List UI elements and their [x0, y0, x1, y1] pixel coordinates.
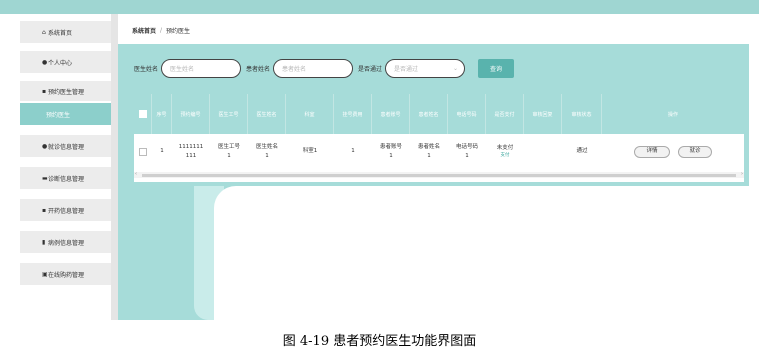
cell-patient-account: 患者账号 1	[379, 143, 402, 159]
header-patient-account: 患者账号	[372, 94, 410, 134]
doctor-name-placeholder: 医生姓名	[170, 65, 195, 73]
breadcrumb-home[interactable]: 系统首页	[132, 26, 156, 35]
top-bar	[0, 0, 759, 14]
header-doctor-name: 医生姓名	[248, 94, 286, 134]
horizontal-scrollbar[interactable]: ‹ ›	[134, 171, 744, 178]
row-checkbox[interactable]	[139, 147, 147, 156]
header-status: 审核状态	[562, 94, 602, 134]
table-header: 序号 预约编号 医生工号 医生姓名 科室 挂号费用 患者账号 患者姓名 电话号码…	[134, 94, 744, 134]
grid-icon: ▪	[42, 87, 47, 95]
sidebar-rail	[111, 14, 118, 320]
sidebar-item-diagnosis-manage[interactable]: ▬ 诊断信息管理	[20, 167, 111, 189]
sidebar-item-label: 预约医生	[46, 111, 71, 119]
sidebar-item-visit-manage[interactable]: ● 就诊信息管理	[20, 135, 111, 157]
sidebar-item-purchase-manage[interactable]: ▣ 在线购药管理	[20, 263, 111, 285]
cell-index: 1	[160, 148, 164, 155]
cell-department: 科室1	[302, 148, 318, 155]
content-panel: 医生姓名 医生姓名 患者姓名 患者姓名 是否通过 是否通过 ⌄ 查询 序号 预约编…	[118, 44, 749, 320]
visit-button[interactable]: 就诊	[678, 145, 712, 158]
patient-name-placeholder: 患者姓名	[282, 65, 307, 73]
search-bar: 医生姓名 医生姓名 患者姓名 患者姓名 是否通过 是否通过 ⌄ 查询	[134, 58, 515, 78]
row-select[interactable]	[134, 134, 152, 169]
header-patient-name: 患者姓名	[410, 94, 448, 134]
approved-select[interactable]: 是否通过 ⌄	[385, 58, 466, 78]
table-row: 1 1111111 111 医生工号 1 医生姓名 1 科室1 1 患者账号 1…	[134, 134, 744, 169]
scrollbar-thumb[interactable]	[142, 174, 736, 177]
pin-icon: ●	[42, 142, 48, 150]
sidebar-item-label: 在线购药管理	[48, 271, 85, 279]
breadcrumb-current: 预约医生	[166, 27, 191, 35]
doctor-name-input[interactable]: 医生姓名	[161, 58, 242, 78]
sidebar-item-prescription-manage[interactable]: ▪ 开药信息管理	[20, 199, 111, 221]
cell-booking-no: 1111111 111	[178, 143, 204, 159]
breadcrumb-separator: /	[160, 26, 163, 34]
clipboard-icon: ▣	[42, 270, 48, 278]
sidebar-item-label: 个人中心	[48, 59, 73, 67]
cell-doctor-name: 医生姓名 1	[255, 143, 278, 159]
detail-button[interactable]: 详情	[634, 145, 670, 158]
pay-link[interactable]: 支付	[501, 152, 510, 159]
cell-patient-name: 患者姓名 1	[417, 143, 440, 159]
header-index: 序号	[152, 94, 172, 134]
decoration-panel	[214, 186, 749, 320]
sidebar-item-booking[interactable]: 预约医生	[20, 103, 111, 125]
building-icon: ▬	[42, 174, 48, 182]
main-content: 系统首页 / 预约医生 医生姓名 医生姓名 患者姓名 患者姓名 是否通过 是否通…	[118, 14, 749, 320]
patient-name-input[interactable]: 患者姓名	[273, 58, 354, 78]
sidebar-item-profile[interactable]: ● 个人中心	[20, 51, 111, 73]
sidebar-item-case-manage[interactable]: ▮ 病例信息管理	[20, 231, 111, 253]
header-phone: 电话号码	[448, 94, 486, 134]
header-select-all[interactable]	[134, 94, 152, 134]
cell-phone: 电话号码 1	[455, 143, 478, 159]
header-booking-no: 预约编号	[172, 94, 210, 134]
sidebar-item-label: 诊断信息管理	[48, 175, 85, 183]
cell-fee: 1	[351, 148, 355, 155]
chevron-down-icon: ⌄	[453, 64, 459, 72]
home-icon: ⌂	[42, 28, 46, 36]
user-icon: ●	[42, 58, 48, 66]
header-paid: 是否支付	[486, 94, 524, 134]
sidebar-item-label: 开药信息管理	[48, 207, 85, 215]
cell-reply	[524, 134, 562, 169]
approved-placeholder: 是否通过	[394, 65, 419, 73]
header-doctor-id: 医生工号	[210, 94, 248, 134]
header-department: 科室	[286, 94, 334, 134]
cell-actions: 详情 就诊	[602, 134, 744, 169]
header-reply: 审核回复	[524, 94, 562, 134]
cell-status: 通过	[576, 148, 588, 155]
doctor-name-label: 医生姓名	[134, 65, 159, 73]
select-all-checkbox[interactable]	[138, 110, 147, 118]
sidebar-item-booking-manage[interactable]: ▪ 预约医生管理	[20, 81, 111, 101]
header-fee: 挂号费用	[334, 94, 372, 134]
sidebar-item-label: 系统首页	[48, 29, 73, 37]
header-actions: 操作	[667, 111, 678, 118]
patient-name-label: 患者姓名	[246, 65, 271, 73]
cell-paid: 未支付 支付	[486, 134, 524, 169]
approved-label: 是否通过	[358, 65, 383, 73]
figure-caption: 图 4-19 患者预约医生功能界图面	[282, 334, 477, 349]
scroll-right-icon[interactable]: ›	[741, 171, 743, 177]
sidebar: ⌂ 系统首页 ● 个人中心 ▪ 预约医生管理 预约医生 ● 就诊信息管理 ▬ 诊断信息管理…	[0, 14, 118, 320]
sidebar-item-label: 就诊信息管理	[48, 143, 85, 151]
breadcrumb: 系统首页 / 预约医生	[118, 20, 749, 40]
sidebar-item-label: 病例信息管理	[48, 239, 85, 247]
sidebar-item-label: 预约医生管理	[48, 88, 85, 96]
cell-doctor-id: 医生工号 1	[217, 143, 240, 159]
data-table: 序号 预约编号 医生工号 医生姓名 科室 挂号费用 患者账号 患者姓名 电话号码…	[134, 94, 744, 182]
sidebar-item-home[interactable]: ⌂ 系统首页	[20, 21, 111, 43]
document-icon: ▮	[42, 238, 46, 246]
grid-icon: ▪	[42, 206, 47, 214]
scroll-left-icon[interactable]: ‹	[135, 171, 137, 177]
paid-status: 未支付	[496, 144, 514, 151]
query-button[interactable]: 查询	[478, 58, 515, 78]
